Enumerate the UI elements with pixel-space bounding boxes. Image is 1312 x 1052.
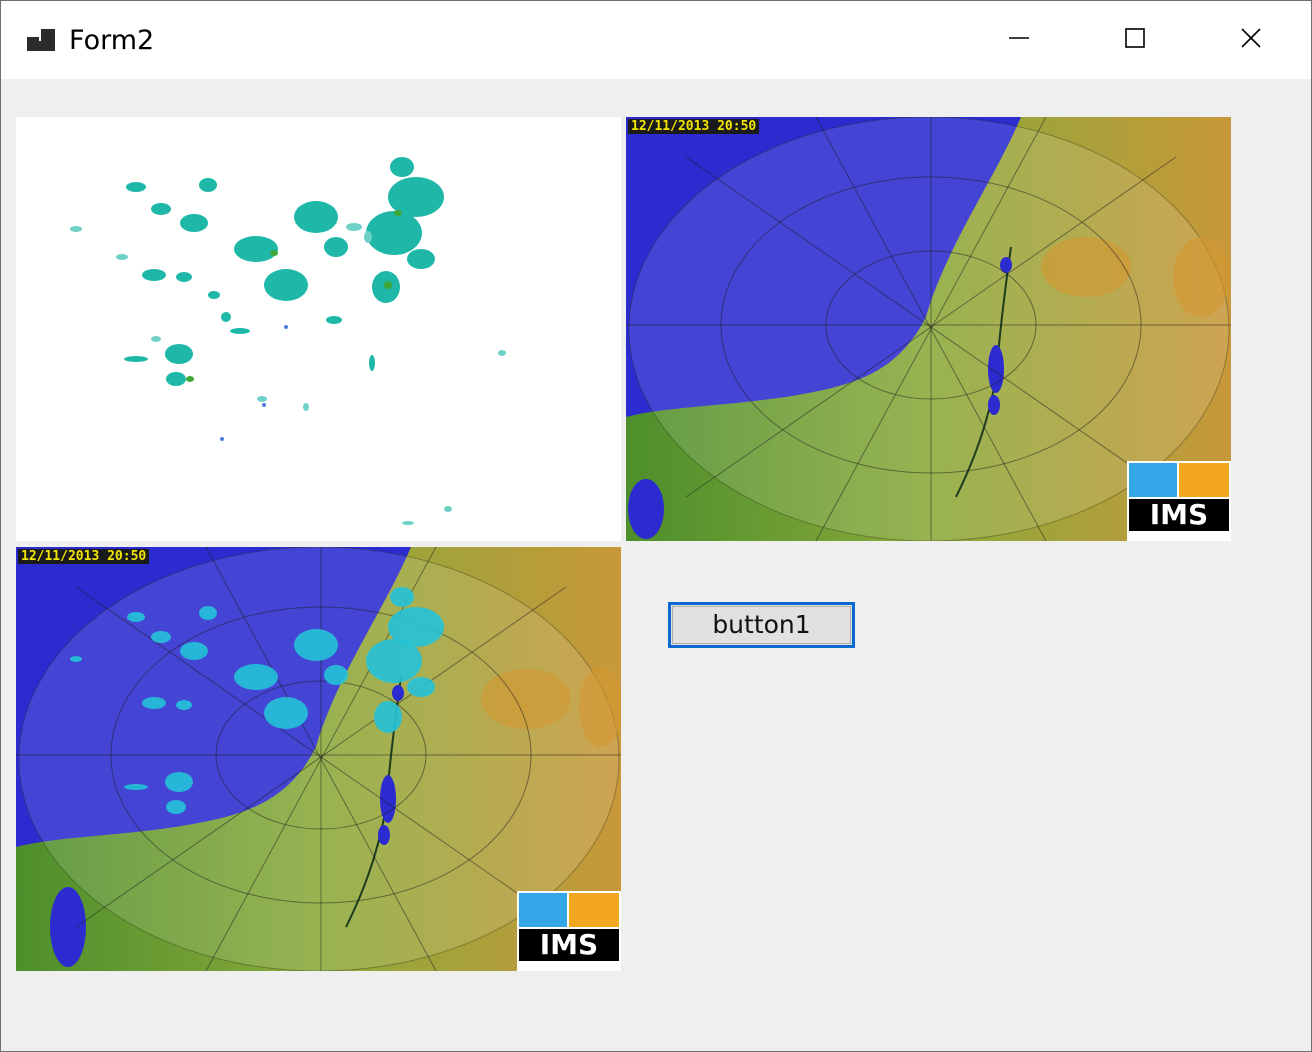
button1-label: button1 bbox=[712, 610, 811, 639]
minimize-icon bbox=[1008, 27, 1030, 53]
minimize-button[interactable] bbox=[961, 1, 1077, 79]
radar-combined-picture: 12/11/2013 20:50 IMS bbox=[16, 547, 621, 971]
maximize-icon bbox=[1124, 27, 1146, 53]
button1[interactable]: button1 bbox=[668, 602, 855, 648]
radar-echo-picture bbox=[16, 117, 621, 541]
ims-logo: IMS bbox=[517, 891, 621, 971]
close-button[interactable] bbox=[1193, 1, 1309, 79]
radar-base-map-picture: 12/11/2013 20:50 IMS bbox=[626, 117, 1231, 541]
ims-logo-text: IMS bbox=[1129, 499, 1229, 531]
form-client-area: 12/11/2013 20:50 IMS 12/11/2013 20:50 IM… bbox=[1, 79, 1311, 1051]
close-icon bbox=[1240, 27, 1262, 53]
ims-logo: IMS bbox=[1127, 461, 1231, 541]
app-window-icon bbox=[27, 27, 57, 55]
window-title: Form2 bbox=[69, 25, 155, 56]
ims-logo-text: IMS bbox=[519, 929, 619, 961]
form2-window: Form2 12/11/2013 20:50 IMS 12/11/2013 20… bbox=[0, 0, 1312, 1052]
title-bar[interactable]: Form2 bbox=[1, 1, 1311, 79]
radar-timestamp: 12/11/2013 20:50 bbox=[628, 119, 760, 134]
radar-timestamp: 12/11/2013 20:50 bbox=[18, 549, 150, 564]
maximize-button[interactable] bbox=[1077, 1, 1193, 79]
